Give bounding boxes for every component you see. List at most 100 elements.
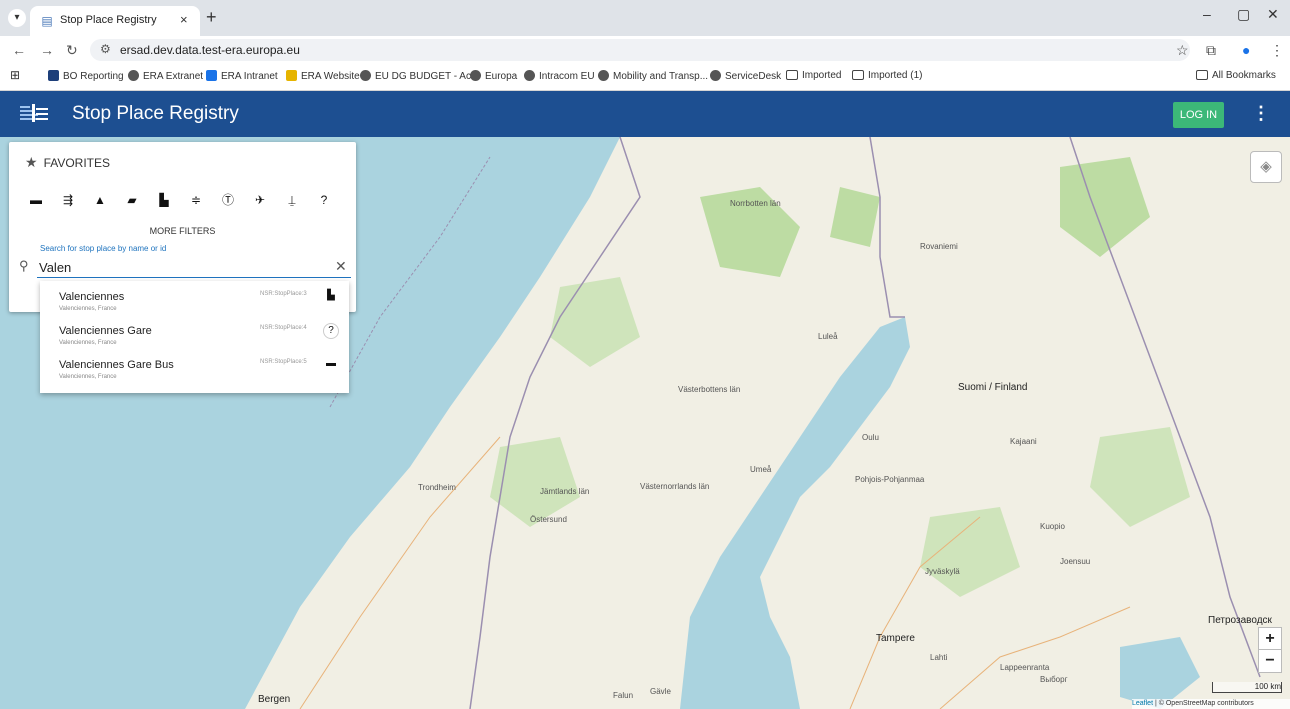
map-label: Pohjois-Pohjanmaa [855,475,925,484]
map-label: Luleå [818,332,838,341]
globe-icon [470,70,481,81]
map-label: Norrbotten län [730,199,781,208]
bookmark-folder-imported-1[interactable]: Imported (1) [852,70,922,81]
suggestion-name: Valenciennes Gare Bus [59,359,174,371]
more-filters-button[interactable]: MORE FILTERS [9,226,356,236]
map-label: Suomi / Finland [958,382,1028,393]
back-icon[interactable]: ← [12,41,26,59]
map-label: Umeå [750,465,772,474]
unknown-icon[interactable]: ? [315,192,333,208]
bookmark-mobility-transport[interactable]: Mobility and Transp... [598,70,708,82]
zoom-out-button[interactable]: − [1258,649,1282,673]
map-label: Lappeenranta [1000,663,1050,672]
bookmark-icon [286,70,297,81]
bookmark-eu-dg-budget[interactable]: EU DG BUDGET - Ac... [360,70,479,82]
search-input[interactable] [37,257,351,278]
cablecar-icon[interactable]: ≑ [187,192,205,208]
folder-icon [852,70,864,80]
bookmark-icon [206,70,217,81]
bookmark-era-intranet[interactable]: ERA Intranet [206,70,278,82]
layers-icon[interactable]: ◈ [1250,151,1282,183]
folder-icon [1196,70,1208,80]
bookmark-bo-reporting[interactable]: BO Reporting [48,70,124,82]
bookmark-label: Imported (1) [868,70,923,81]
tab-close-icon[interactable]: × [180,12,188,27]
map-label: Oulu [862,433,879,442]
bookmark-label: ERA Extranet [143,71,204,82]
bookmark-label: EU DG BUDGET - Ac... [375,71,480,82]
unknown-icon: ? [323,323,339,339]
globe-icon [524,70,535,81]
bookmark-label: Europa [485,71,518,82]
app-menu-icon[interactable]: ⋮ [1252,103,1270,124]
map-scale: 100 km [1212,682,1282,693]
map-label: Jyväskylä [925,567,960,576]
bookmark-folder-imported[interactable]: Imported [786,70,841,81]
search-suggestions: Valenciennes Valenciennes, France NSR:St… [40,281,349,393]
ferry-icon[interactable]: ▙ [155,192,173,208]
minimize-button[interactable]: – [1203,6,1211,22]
bus-icon[interactable]: ▬ [27,192,45,208]
map-label: Kuopio [1040,522,1065,531]
map-label: Västerbottens län [678,385,741,394]
search-hint: Search for stop place by name or id [40,244,167,253]
bookmark-intracom-eu[interactable]: Intracom EU [524,70,595,82]
favorites-toggle[interactable]: ★ FAVORITES [25,154,110,171]
bookmark-era-extranet[interactable]: ERA Extranet [128,70,203,82]
favorites-label: FAVORITES [43,156,111,170]
tram-icon[interactable]: ▲ [91,192,109,208]
tab-search-button[interactable]: ▾ [8,9,26,27]
air-icon[interactable]: ✈ [251,192,269,208]
url-text[interactable]: ersad.dev.data.test-era.europa.eu [120,43,300,57]
bookmark-star-icon[interactable]: ☆ [1176,41,1189,59]
suggestion-item[interactable]: Valenciennes Valenciennes, France NSR:St… [40,283,349,317]
reload-icon[interactable]: ↻ [66,41,78,59]
app-title: Stop Place Registry [72,103,239,124]
metro-icon[interactable]: Ⓣ [219,192,237,208]
maximize-button[interactable]: ▢ [1237,6,1250,23]
browser-toolbar: ← → ↻ ⚙ ersad.dev.data.test-era.europa.e… [0,36,1290,64]
new-tab-button[interactable]: + [206,8,217,26]
bookmark-era-website[interactable]: ERA Website [286,70,360,82]
forward-icon[interactable]: → [40,41,54,59]
zoom-in-button[interactable]: + [1258,627,1282,651]
map-label: Выборг [1040,675,1068,684]
suggestion-id: NSR:StopPlace:4 [260,325,307,331]
map-label: Jämtlands län [540,487,590,496]
bookmarks-bar: ⊞ BO Reporting ERA Extranet ERA Intranet… [0,64,1290,91]
rail-icon[interactable]: ▰ [123,192,141,208]
suggestion-subtitle: Valenciennes, France [59,306,117,312]
map-label: Rovaniemi [920,242,958,251]
stop-place-favicon: ▤ [41,14,53,28]
coach-icon[interactable]: ⇶ [59,192,77,208]
tab-title: Stop Place Registry [60,14,157,26]
suggestion-subtitle: Valenciennes, France [59,374,117,380]
bookmark-servicedesk[interactable]: ServiceDesk [710,70,781,82]
browser-menu-icon[interactable]: ⋮ [1270,41,1284,59]
map-label: Trondheim [418,483,456,492]
osm-attribution[interactable]: © OpenStreetMap contributors [1159,700,1254,707]
leaflet-link[interactable]: Leaflet [1132,700,1153,707]
apps-icon[interactable]: ⊞ [10,68,20,82]
login-button[interactable]: LOG IN [1173,102,1224,128]
map-label: Falun [613,691,634,700]
suggestion-item[interactable]: Valenciennes Gare Valenciennes, France N… [40,317,349,351]
suggestion-id: NSR:StopPlace:5 [260,359,307,365]
funicular-icon[interactable]: ⍊ [283,192,301,208]
folder-icon [786,70,798,80]
all-bookmarks-folder[interactable]: All Bookmarks [1196,70,1276,81]
bookmark-label: ERA Intranet [221,71,278,82]
browser-tab[interactable]: ▤ Stop Place Registry × [30,6,200,36]
bookmark-europa[interactable]: Europa [470,70,517,82]
suggestion-item[interactable]: Valenciennes Gare Bus Valenciennes, Fran… [40,351,349,385]
clear-search-icon[interactable]: ✕ [335,258,347,275]
map-label: Bergen [258,694,291,705]
star-icon: ★ [25,154,38,170]
address-bar[interactable]: ⚙ ersad.dev.data.test-era.europa.eu [90,39,1190,61]
extensions-icon[interactable]: ⧉ [1206,41,1216,59]
bookmark-label: Intracom EU [539,71,595,82]
ferry-icon: ▙ [327,290,335,301]
site-info-icon[interactable]: ⚙ [100,42,111,56]
close-window-button[interactable]: ✕ [1267,6,1279,23]
profile-icon[interactable]: ● [1242,41,1250,59]
